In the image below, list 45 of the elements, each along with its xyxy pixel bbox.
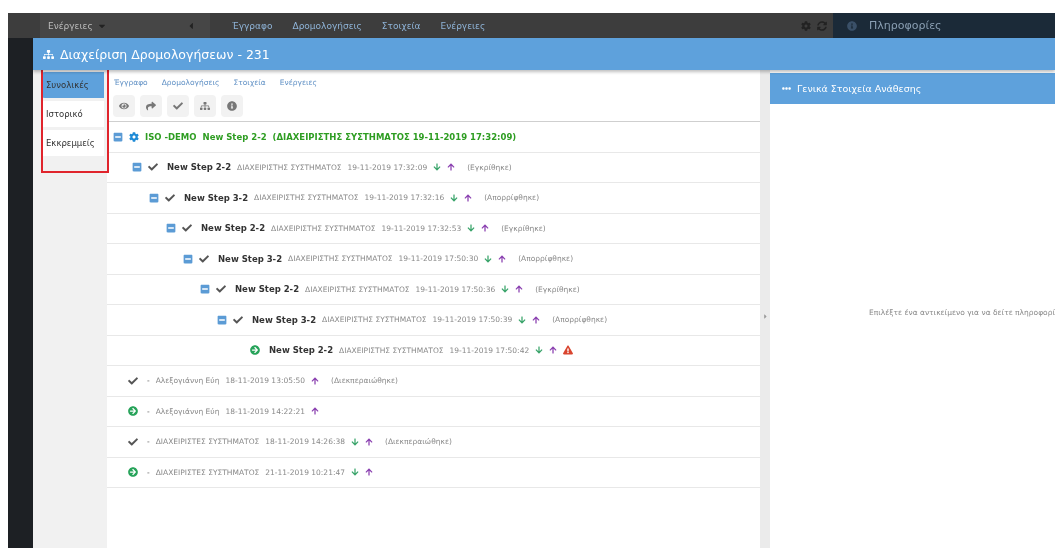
nav-link[interactable]: Έγγραφο [232, 20, 273, 31]
collapse-icon[interactable] [166, 223, 176, 234]
sitemap-icon [43, 48, 54, 60]
hierarchy-button[interactable] [194, 95, 216, 117]
side-tab[interactable]: Συνολικές [41, 72, 104, 98]
panel-title: Γενικά Στοιχεία Ανάθεσης [797, 83, 922, 94]
collapse-icon[interactable] [149, 192, 159, 203]
nav-link[interactable]: Στοιχεία [381, 20, 421, 31]
info-icon [227, 101, 237, 111]
collapse-icon[interactable] [200, 284, 210, 295]
settings-icon[interactable] [801, 20, 811, 31]
forward-arrow-icon [146, 101, 156, 111]
info-icon [847, 20, 857, 31]
ellipsis-icon [782, 84, 791, 93]
settings-icon[interactable] [129, 131, 139, 142]
dialog-title: Διαχείριση Δρομολογήσεων - 231 [60, 46, 270, 62]
view-button[interactable] [113, 95, 135, 117]
approve-button[interactable] [167, 95, 189, 117]
step-name: New Step 2-2 [202, 131, 267, 142]
info-tab[interactable]: Πληροφορίες [869, 19, 942, 32]
eye-icon [119, 101, 129, 111]
info-button[interactable] [221, 95, 243, 117]
step-name: New Step 2-2 [235, 284, 300, 295]
step-name: New Step 2-2 [201, 223, 266, 234]
side-tab[interactable]: Ιστορικό [41, 101, 104, 127]
step-detail: (ΔΙΑΧΕΙΡΙΣΤΗΣ ΣΥΣΤΗΜΑΤΟΣ 19-11-2019 17:32:09) [272, 131, 517, 142]
nav-link[interactable]: Ενέργειες [440, 20, 486, 31]
refresh-icon[interactable] [817, 20, 827, 31]
caret-right-icon[interactable] [761, 312, 769, 320]
step-name: New Step 3-2 [184, 192, 249, 203]
step-name: New Step 3-2 [218, 253, 283, 264]
collapse-icon[interactable] [183, 253, 193, 264]
project-name: ISO -DEMO [145, 131, 197, 142]
side-tab[interactable]: Εκκρεμμείς [41, 130, 104, 156]
forward-button[interactable] [140, 95, 162, 117]
check-icon [173, 101, 183, 111]
collapse-icon[interactable] [113, 131, 123, 142]
collapse-icon[interactable] [217, 314, 227, 325]
step-name: New Step 3-2 [252, 314, 317, 325]
actions-menu[interactable]: Ενέργειες [48, 20, 93, 31]
step-name: New Step 2-2 [269, 345, 334, 356]
nav-link[interactable]: Δρομολογήσεις [292, 20, 362, 31]
collapse-icon[interactable] [132, 162, 142, 173]
sitemap-icon [200, 101, 210, 111]
step-name: New Step 2-2 [167, 162, 232, 173]
